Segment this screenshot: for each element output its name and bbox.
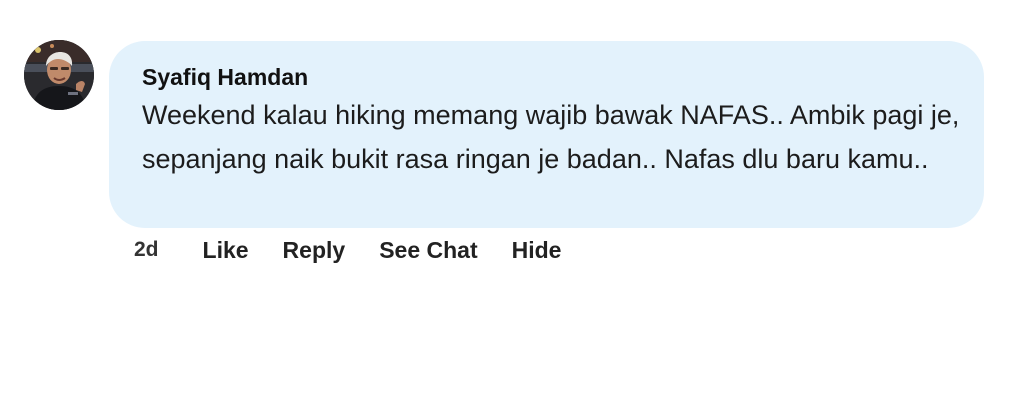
profile-photo-icon	[24, 40, 94, 110]
comment-bubble: Syafiq Hamdan Weekend kalau hiking meman…	[109, 41, 984, 228]
avatar[interactable]	[24, 40, 94, 110]
comment: Syafiq Hamdan Weekend kalau hiking meman…	[0, 0, 1024, 402]
comment-author[interactable]: Syafiq Hamdan	[142, 62, 308, 92]
hide-button[interactable]: Hide	[512, 237, 562, 264]
comment-timestamp[interactable]: 2d	[134, 238, 159, 262]
like-button[interactable]: Like	[203, 237, 249, 264]
reply-button[interactable]: Reply	[283, 237, 346, 264]
comment-actions: 2d Like Reply See Chat Hide	[134, 234, 595, 266]
comment-text: Weekend kalau hiking memang wajib bawak …	[142, 100, 960, 174]
see-chat-button[interactable]: See Chat	[379, 237, 477, 264]
